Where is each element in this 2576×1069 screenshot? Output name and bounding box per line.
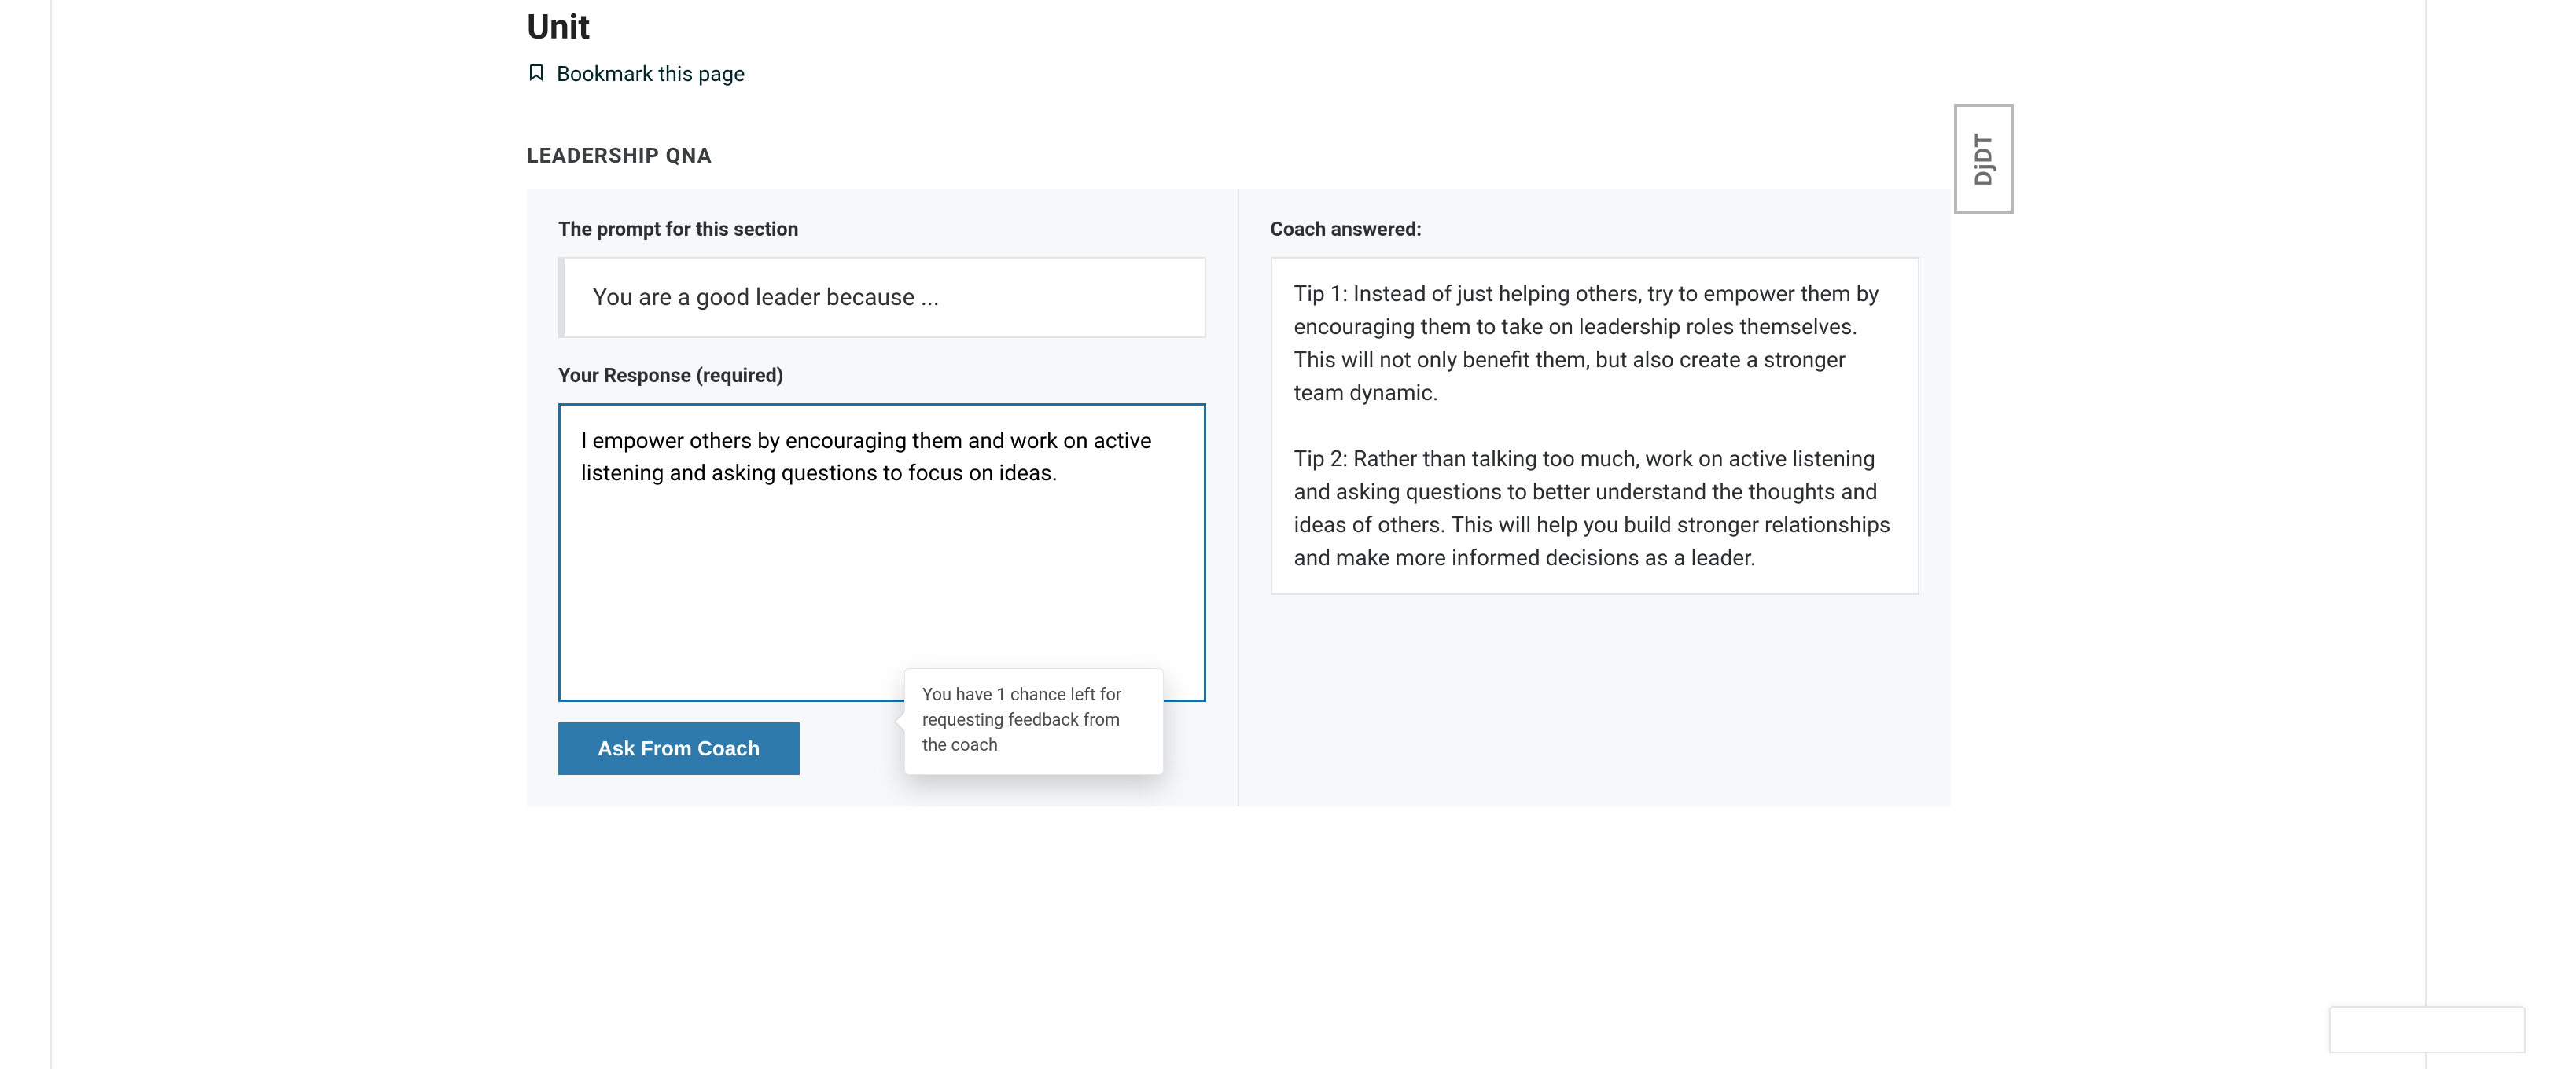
response-input[interactable] xyxy=(558,403,1206,702)
prompt-header: The prompt for this section xyxy=(558,219,1206,241)
left-column: The prompt for this section You are a go… xyxy=(527,189,1239,806)
coach-answer: Tip 1: Instead of just helping others, t… xyxy=(1271,257,1920,595)
coach-header: Coach answered: xyxy=(1271,219,1920,241)
ask-coach-button[interactable]: Ask From Coach xyxy=(558,722,800,775)
tooltip-text: You have 1 chance left for requesting fe… xyxy=(922,685,1121,755)
qna-panel: The prompt for this section You are a go… xyxy=(527,189,1951,806)
bookmark-button[interactable]: Bookmark this page xyxy=(527,61,1951,86)
bottom-right-card xyxy=(2329,1006,2526,1053)
django-debug-toolbar-handle[interactable]: DjDT xyxy=(1954,104,2014,214)
section-label: LEADERSHIP QNA xyxy=(527,143,1951,168)
prompt-box: You are a good leader because ... xyxy=(558,257,1206,338)
chances-tooltip: You have 1 chance left for requesting fe… xyxy=(904,668,1164,775)
unit-content: Unit Bookmark this page LEADERSHIP QNA T… xyxy=(527,0,1951,806)
bookmark-label: Bookmark this page xyxy=(557,61,745,86)
djdt-label: DjDT xyxy=(1971,132,1998,186)
response-wrapper xyxy=(558,403,1206,705)
page-title: Unit xyxy=(527,6,1951,47)
response-header: Your Response (required) xyxy=(558,365,1206,388)
bookmark-icon xyxy=(527,63,546,85)
right-column: Coach answered: Tip 1: Instead of just h… xyxy=(1239,189,1952,806)
